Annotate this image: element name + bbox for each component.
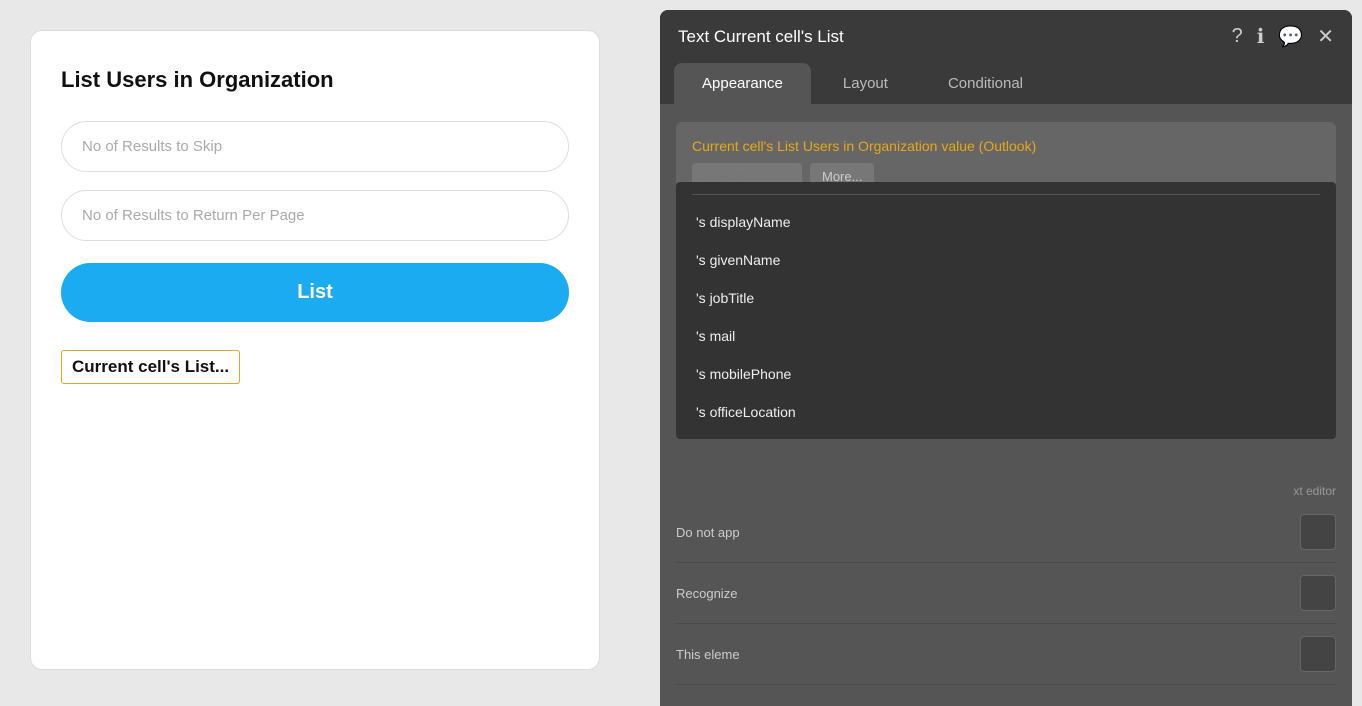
tabs-bar: Appearance Layout Conditional [660, 63, 1352, 104]
dropdown-divider [692, 194, 1320, 195]
property-control-1[interactable] [1300, 575, 1336, 611]
current-cell-label[interactable]: Current cell's List... [61, 350, 240, 384]
property-row-2: This eleme [676, 624, 1336, 685]
info-icon[interactable]: ℹ [1257, 24, 1265, 49]
right-panel: Text Current cell's List ? ℹ 💬 ✕ Appeara… [660, 10, 1352, 706]
skip-results-input[interactable] [61, 121, 569, 172]
card: List Users in Organization List Current … [30, 30, 600, 670]
left-panel: List Users in Organization List Current … [0, 0, 660, 706]
header-icons: ? ℹ 💬 ✕ [1232, 24, 1334, 49]
xt-editor-label: xt editor [676, 484, 1336, 498]
property-control-2[interactable] [1300, 636, 1336, 672]
dropdown-item-5[interactable]: 's officeLocation [676, 393, 1336, 431]
property-label-0: Do not app [676, 525, 740, 540]
property-rows: xt editor Do not app Recognize This elem… [676, 484, 1336, 685]
panel-body: Current cell's List Users in Organizatio… [660, 104, 1352, 706]
property-row-0: Do not app [676, 502, 1336, 563]
expression-text: Current cell's List Users in Organizatio… [692, 136, 1320, 157]
dropdown-item-4[interactable]: 's mobilePhone [676, 355, 1336, 393]
dropdown-item-0[interactable]: 's displayName [676, 203, 1336, 241]
list-button[interactable]: List [61, 263, 569, 322]
comment-icon[interactable]: 💬 [1278, 24, 1303, 49]
dropdown-item-1[interactable]: 's givenName [676, 241, 1336, 279]
tab-appearance[interactable]: Appearance [674, 63, 811, 104]
dropdown-overlay: 's displayName 's givenName 's jobTitle … [676, 182, 1336, 439]
help-icon[interactable]: ? [1232, 25, 1243, 48]
panel-title: Text Current cell's List [678, 27, 844, 47]
tab-conditional[interactable]: Conditional [920, 63, 1051, 104]
close-icon[interactable]: ✕ [1317, 24, 1334, 49]
panel-header: Text Current cell's List ? ℹ 💬 ✕ [660, 10, 1352, 63]
card-title: List Users in Organization [61, 67, 569, 93]
property-row-1: Recognize [676, 563, 1336, 624]
dropdown-item-3[interactable]: 's mail [676, 317, 1336, 355]
results-per-page-input[interactable] [61, 190, 569, 241]
property-label-2: This eleme [676, 647, 740, 662]
expression-box: Current cell's List Users in Organizatio… [676, 122, 1336, 204]
tab-layout[interactable]: Layout [815, 63, 916, 104]
dropdown-item-2[interactable]: 's jobTitle [676, 279, 1336, 317]
property-control-0[interactable] [1300, 514, 1336, 550]
property-label-1: Recognize [676, 586, 737, 601]
